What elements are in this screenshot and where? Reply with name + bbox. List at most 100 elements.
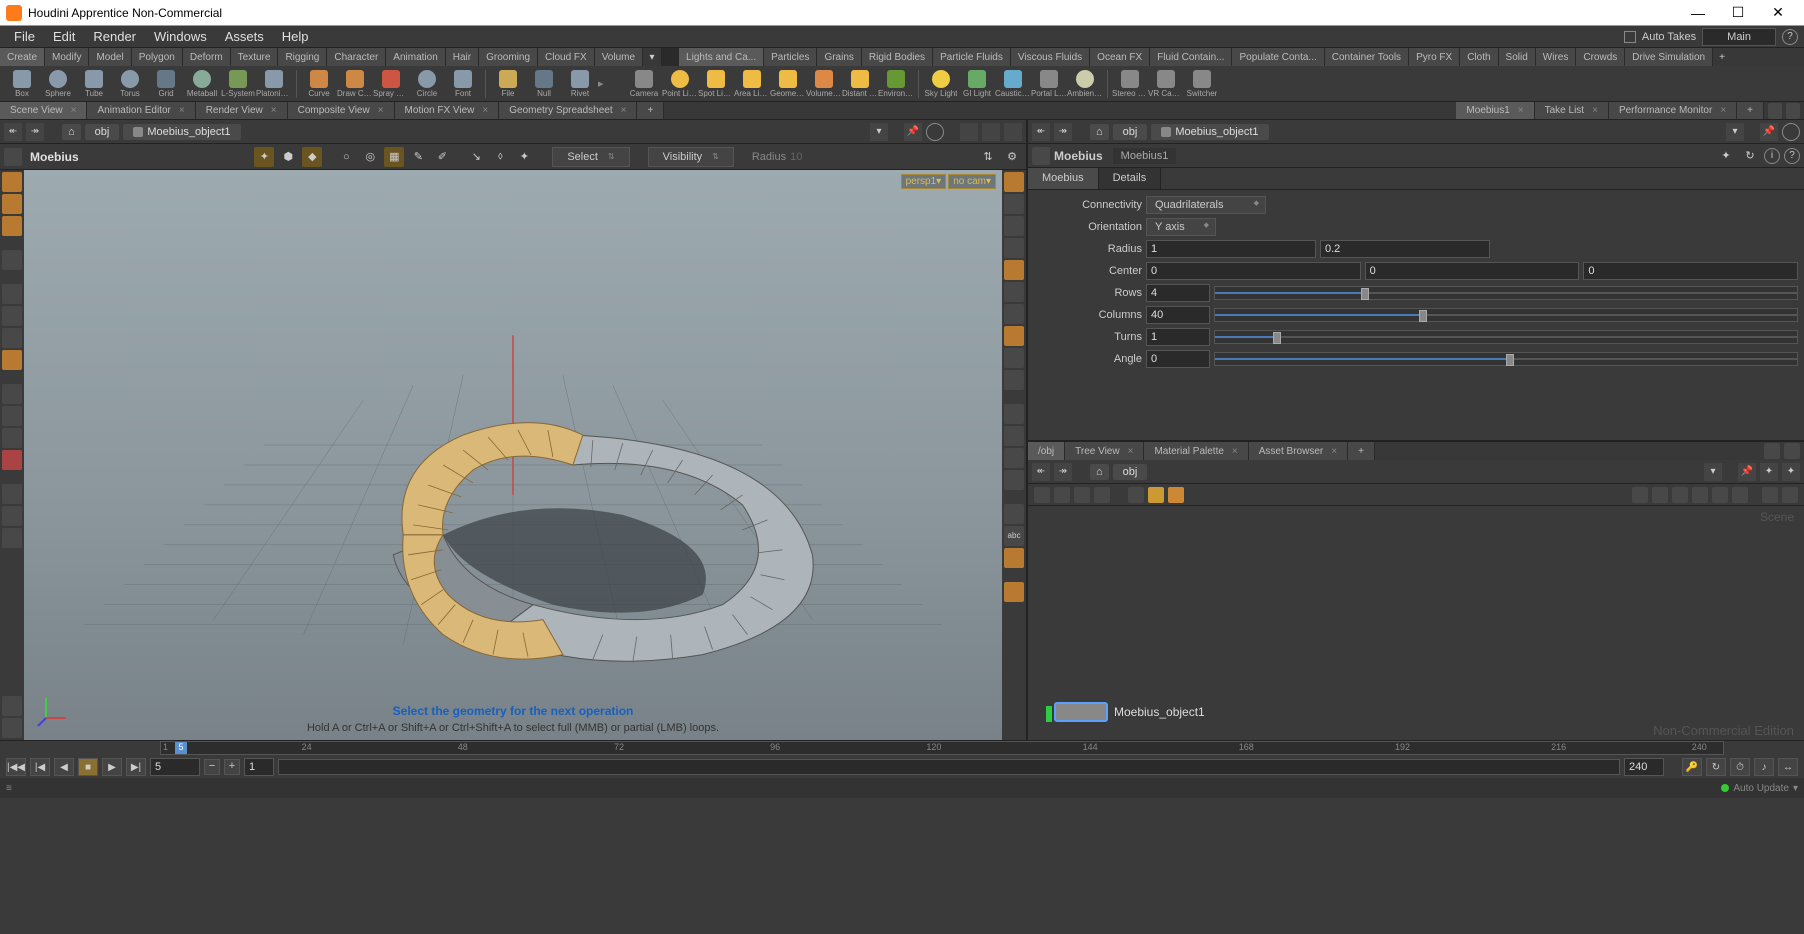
shelf-tab[interactable]: Container Tools <box>1325 48 1409 66</box>
first-frame-button[interactable]: |◀◀ <box>6 758 26 776</box>
net-zoom-icon[interactable] <box>1762 487 1778 503</box>
tool-icon[interactable]: ⬨ <box>490 147 510 167</box>
tool-sphere[interactable]: Sphere <box>40 70 76 98</box>
center-x-input[interactable] <box>1146 262 1361 280</box>
shelf-tab[interactable]: Animation <box>386 48 445 66</box>
net-fwd-icon[interactable]: ↠ <box>1054 463 1072 481</box>
turns-slider[interactable] <box>1214 330 1798 344</box>
tool-spraypaint[interactable]: Spray Paint <box>373 70 409 98</box>
tool-rivet[interactable]: Rivet <box>562 70 598 98</box>
move-tool-icon[interactable] <box>2 216 22 236</box>
view-tool-icon[interactable] <box>2 172 22 192</box>
angle-input[interactable] <box>1146 350 1210 368</box>
tool-font[interactable]: Font <box>445 70 481 98</box>
shelf-tab[interactable]: Cloud FX <box>538 48 595 66</box>
parm-pin-icon[interactable]: 📌 <box>1760 123 1778 141</box>
abc-icon[interactable]: abc <box>1004 526 1024 546</box>
connectivity-dropdown[interactable]: Quadrilaterals <box>1146 196 1266 214</box>
grid-icon[interactable] <box>1004 404 1024 424</box>
status-menu-icon[interactable]: ≡ <box>6 783 18 794</box>
tool-distlight[interactable]: Distant Light <box>842 70 878 98</box>
snap-prim-icon[interactable]: ◆ <box>302 147 322 167</box>
radius-y-input[interactable] <box>1320 240 1490 258</box>
shelf-tab[interactable]: Wires <box>1536 48 1577 66</box>
current-frame-input[interactable]: 5 <box>150 758 200 776</box>
gear-icon[interactable] <box>1004 326 1024 346</box>
net-tree-icon[interactable] <box>1054 487 1070 503</box>
play-button[interactable]: ▶ <box>102 758 122 776</box>
pane-tab[interactable]: Composite View× <box>288 102 395 119</box>
net-r4-icon[interactable] <box>1692 487 1708 503</box>
pane-tab[interactable]: Geometry Spreadsheet× <box>499 102 637 119</box>
shelf-add-icon[interactable]: ▾ <box>643 48 661 66</box>
stop-button[interactable]: ■ <box>78 758 98 776</box>
path-obj[interactable]: obj <box>85 124 120 140</box>
tool-torus[interactable]: Torus <box>112 70 148 98</box>
visibility-dropdown[interactable]: Visibility <box>648 147 734 167</box>
net-back-icon[interactable]: ↞ <box>1032 463 1050 481</box>
circle-icon[interactable] <box>926 123 944 141</box>
shelf-tab[interactable]: Solid <box>1499 48 1536 66</box>
shelf-tab[interactable]: Texture <box>231 48 279 66</box>
parm-circ-icon[interactable] <box>1782 123 1800 141</box>
parm-path-node[interactable]: Moebius_object1 <box>1151 124 1268 140</box>
shelf-tab[interactable]: Grooming <box>479 48 538 66</box>
shelf-tab[interactable]: Deform <box>183 48 231 66</box>
menu-assets[interactable]: Assets <box>217 27 272 46</box>
net-grid-icon[interactable] <box>1074 487 1090 503</box>
play-rev-button[interactable]: ◀ <box>54 758 74 776</box>
tool-geolight[interactable]: Geometry L... <box>770 70 806 98</box>
shelf-tab[interactable]: Fluid Contain... <box>1150 48 1232 66</box>
prev-key-button[interactable]: |◀ <box>30 758 50 776</box>
auto-takes-checkbox[interactable] <box>1624 31 1636 43</box>
gear-icon[interactable]: ✦ <box>1716 146 1736 166</box>
shelf-tab[interactable]: Ocean FX <box>1090 48 1150 66</box>
tool-grid[interactable]: Grid <box>148 70 184 98</box>
shade-icon[interactable] <box>1004 470 1024 490</box>
menu-edit[interactable]: Edit <box>45 27 83 46</box>
pane-tab[interactable]: Performance Monitor× <box>1609 102 1737 119</box>
shelf-tab[interactable]: Grains <box>817 48 861 66</box>
radius-x-input[interactable] <box>1146 240 1316 258</box>
shelf-tab[interactable]: Particle Fluids <box>933 48 1011 66</box>
pane-tab-add[interactable]: + <box>637 102 664 119</box>
snap-grid-icon[interactable]: ✦ <box>254 147 274 167</box>
node-box-icon[interactable] <box>1054 702 1108 722</box>
num-icon[interactable] <box>1004 504 1024 524</box>
shelf-tab[interactable]: Model <box>89 48 131 66</box>
tool-circle[interactable]: Circle <box>409 70 445 98</box>
parm-home-icon[interactable]: ⌂ <box>1090 124 1109 140</box>
icon-b[interactable] <box>982 123 1000 141</box>
columns-input[interactable] <box>1146 306 1210 324</box>
pin-icon[interactable]: 📌 <box>904 123 922 141</box>
circle-icon[interactable] <box>1004 238 1024 258</box>
wire-icon[interactable] <box>1004 448 1024 468</box>
icon-a[interactable] <box>960 123 978 141</box>
target-icon[interactable] <box>2 506 22 526</box>
tool-skylight[interactable]: Sky Light <box>923 70 959 98</box>
tool-envlight[interactable]: Environmen... <box>878 70 914 98</box>
menu-file[interactable]: File <box>6 27 43 46</box>
tool-lsystem[interactable]: L-System <box>220 70 256 98</box>
menu-render[interactable]: Render <box>85 27 144 46</box>
rows-input[interactable] <box>1146 284 1210 302</box>
ring-icon[interactable]: ○ <box>336 147 356 167</box>
opt-icon[interactable]: ⇅ <box>978 147 998 167</box>
end-frame-input[interactable]: 240 <box>1624 758 1664 776</box>
nocam-label[interactable]: no cam▾ <box>948 174 996 189</box>
pane-tab[interactable]: Take List× <box>1535 102 1609 119</box>
shelf-tab[interactable]: Particles <box>764 48 817 66</box>
shelf-tab[interactable]: Hair <box>446 48 479 66</box>
tool-arealight[interactable]: Area Light <box>734 70 770 98</box>
tool-vrcam[interactable]: VR Camera <box>1148 70 1184 98</box>
next-key-button[interactable]: ▶| <box>126 758 146 776</box>
arrow-icon[interactable]: ↘ <box>466 147 486 167</box>
net-r1-icon[interactable] <box>1632 487 1648 503</box>
rotate-tool-icon[interactable] <box>2 306 22 326</box>
shelf-tab[interactable]: Cloth <box>1460 48 1498 66</box>
shelf-tab[interactable]: Rigid Bodies <box>862 48 933 66</box>
net-drop-icon[interactable]: ▾ <box>1704 463 1722 481</box>
net-fit-icon[interactable] <box>1782 487 1798 503</box>
arrow-tool-icon[interactable] <box>2 250 22 270</box>
scene-viewport[interactable]: persp1▾ no cam▾ <box>24 170 1002 740</box>
